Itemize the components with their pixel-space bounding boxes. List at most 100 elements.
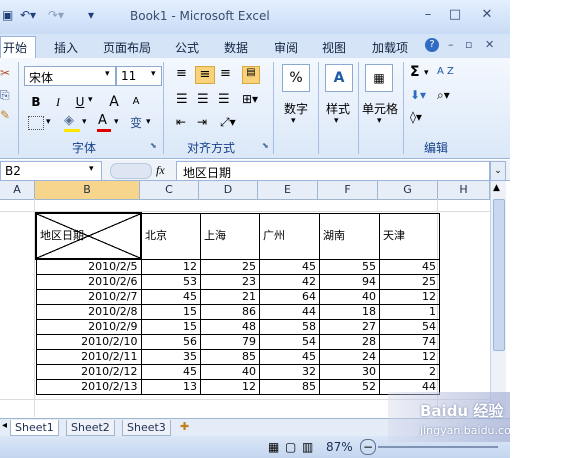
value-cell[interactable]: 64: [259, 289, 320, 305]
chevron-down-icon[interactable]: ▾: [377, 116, 382, 126]
phonetic-button[interactable]: 变: [130, 114, 142, 131]
insert-function-button[interactable]: fx: [156, 163, 165, 178]
value-cell[interactable]: 15: [140, 319, 201, 335]
dialog-launcher-icon[interactable]: ⬊: [150, 141, 157, 150]
tab-view[interactable]: 视图: [322, 39, 346, 56]
value-cell[interactable]: 45: [140, 289, 201, 305]
sheet-tab-1[interactable]: Sheet1: [10, 420, 59, 436]
align-top-icon[interactable]: ≡: [176, 66, 187, 81]
value-cell[interactable]: 52: [319, 379, 380, 395]
date-cell[interactable]: 2010/2/8: [35, 304, 142, 320]
styles-button[interactable]: 样式: [326, 100, 350, 117]
value-cell[interactable]: 32: [259, 364, 320, 380]
save-icon[interactable]: ▣: [2, 8, 13, 22]
formula-bar-handle[interactable]: [110, 163, 152, 179]
sheet-tab-2[interactable]: Sheet2: [66, 420, 115, 436]
minimize-button[interactable]: –: [418, 7, 438, 25]
value-cell[interactable]: 12: [140, 258, 201, 275]
tab-insert[interactable]: 插入: [54, 39, 78, 56]
date-cell[interactable]: 2010/2/6: [35, 274, 142, 290]
cells-button[interactable]: 单元格: [362, 100, 398, 117]
sheet-nav-icon[interactable]: ◂: [2, 420, 7, 431]
date-cell[interactable]: 2010/2/9: [35, 319, 142, 335]
insert-sheet-icon[interactable]: ✚: [180, 420, 189, 433]
value-cell[interactable]: 44: [259, 304, 320, 320]
orientation-icon[interactable]: ⤢▾: [220, 115, 236, 130]
shrink-font-button[interactable]: A: [126, 92, 146, 112]
value-cell[interactable]: 40: [319, 289, 380, 305]
date-cell[interactable]: 2010/2/5: [35, 258, 142, 275]
underline-button[interactable]: U: [70, 92, 90, 112]
value-cell[interactable]: 58: [259, 319, 320, 335]
value-cell[interactable]: 13: [140, 379, 201, 395]
value-cell[interactable]: 18: [319, 304, 380, 320]
expand-formula-bar-icon[interactable]: ⌄: [490, 161, 506, 181]
value-cell[interactable]: 54: [379, 319, 440, 335]
borders-icon[interactable]: [28, 116, 44, 130]
date-cell[interactable]: 2010/2/12: [35, 364, 142, 380]
value-cell[interactable]: 25: [379, 274, 440, 290]
customize-qat-icon[interactable]: ▾: [88, 8, 94, 22]
format-painter-icon[interactable]: ✎: [0, 108, 10, 122]
font-color-button[interactable]: A: [98, 113, 107, 128]
chevron-down-icon[interactable]: ▾: [424, 68, 429, 78]
tab-data[interactable]: 数据: [224, 39, 248, 56]
column-header-d[interactable]: D: [199, 181, 258, 199]
merge-center-icon[interactable]: ⊞▾: [242, 92, 258, 106]
tab-home[interactable]: 开始: [3, 39, 27, 56]
ribbon-close-icon[interactable]: ✕: [485, 38, 494, 51]
ribbon-minimize-icon[interactable]: –: [448, 38, 454, 51]
value-cell[interactable]: 15: [140, 304, 201, 320]
fill-icon[interactable]: ⬇▾: [410, 88, 426, 102]
zoom-out-button[interactable]: −: [360, 439, 376, 455]
tab-page-layout[interactable]: 页面布局: [103, 39, 151, 56]
close-button[interactable]: ✕: [477, 7, 497, 25]
date-cell[interactable]: 2010/2/10: [35, 334, 142, 350]
date-cell[interactable]: 2010/2/13: [35, 379, 142, 395]
value-cell[interactable]: 25: [200, 258, 260, 275]
cut-icon[interactable]: ✂: [0, 66, 10, 80]
column-header-g[interactable]: G: [378, 181, 438, 199]
align-bottom-icon[interactable]: ≡: [220, 66, 231, 81]
redo-icon[interactable]: ↷▾: [48, 8, 64, 22]
chevron-down-icon[interactable]: ▾: [82, 117, 87, 127]
value-cell[interactable]: 2: [379, 364, 440, 380]
value-cell[interactable]: 74: [379, 334, 440, 350]
chevron-down-icon[interactable]: ▾: [114, 117, 119, 127]
column-header-a[interactable]: A: [0, 181, 35, 199]
value-cell[interactable]: 45: [259, 258, 320, 275]
value-cell[interactable]: 40: [200, 364, 260, 380]
value-cell[interactable]: 12: [379, 349, 440, 365]
fill-color-icon[interactable]: ◈: [64, 113, 74, 128]
align-right-icon[interactable]: ☰: [218, 92, 230, 107]
formula-input[interactable]: 地区日期: [176, 161, 490, 181]
column-header-c[interactable]: C: [140, 181, 199, 199]
help-icon[interactable]: ?: [425, 38, 439, 52]
value-cell[interactable]: 24: [319, 349, 380, 365]
grow-font-button[interactable]: A: [104, 92, 124, 112]
value-cell[interactable]: 56: [140, 334, 201, 350]
value-cell[interactable]: 79: [200, 334, 260, 350]
font-name-dropdown[interactable]: 宋体 ▾: [24, 66, 116, 86]
cells-icon[interactable]: ▦: [365, 64, 393, 92]
wrap-text-icon[interactable]: ▤: [242, 66, 260, 84]
align-center-icon[interactable]: ☰: [197, 92, 209, 107]
value-cell[interactable]: 55: [319, 258, 380, 275]
italic-button[interactable]: I: [48, 92, 68, 112]
dialog-launcher-icon[interactable]: ⬊: [262, 141, 269, 150]
sheet-tab-3[interactable]: Sheet3: [122, 420, 171, 436]
page-layout-view-icon[interactable]: ▢: [285, 440, 296, 454]
bold-button[interactable]: B: [26, 92, 46, 112]
value-cell[interactable]: 12: [379, 289, 440, 305]
value-cell[interactable]: 85: [259, 379, 320, 395]
chevron-down-icon[interactable]: ▾: [334, 116, 339, 126]
ribbon-restore-icon[interactable]: ▫: [465, 38, 472, 51]
value-cell[interactable]: 94: [319, 274, 380, 290]
maximize-button[interactable]: □: [445, 7, 465, 25]
value-cell[interactable]: 48: [200, 319, 260, 335]
name-box[interactable]: B2 ▾: [0, 161, 102, 181]
value-cell[interactable]: 21: [200, 289, 260, 305]
value-cell[interactable]: 85: [200, 349, 260, 365]
column-header-e[interactable]: E: [258, 181, 318, 199]
value-cell[interactable]: 42: [259, 274, 320, 290]
